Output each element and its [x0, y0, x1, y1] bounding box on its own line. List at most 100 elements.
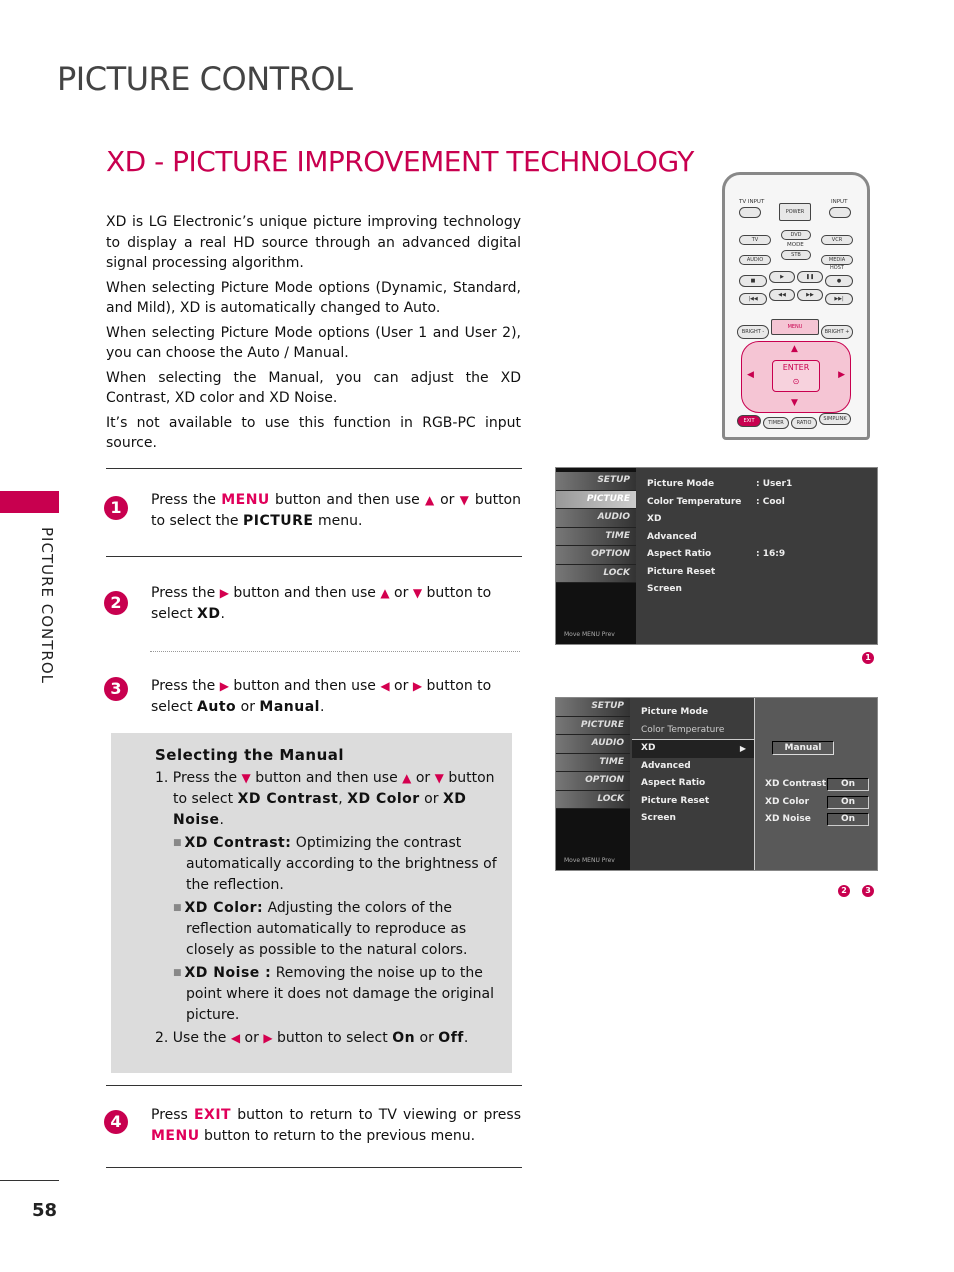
input-button[interactable]: [829, 207, 851, 218]
row-label: Picture Mode: [647, 479, 715, 489]
text: or: [419, 791, 443, 807]
bullet-term: XD Contrast:: [184, 835, 292, 851]
intro-paragraph: When selecting Picture Mode options (Use…: [106, 324, 521, 362]
skip-forward-button[interactable]: ▶▶|: [825, 293, 853, 305]
nav-down-icon[interactable]: ▼: [791, 398, 798, 408]
row-label: Aspect Ratio: [647, 549, 712, 559]
text: .: [463, 1030, 469, 1046]
menu-button[interactable]: MENU: [771, 319, 819, 335]
left-arrow-icon: ◀: [380, 679, 390, 693]
down-arrow-icon: ▼: [412, 586, 423, 600]
tv-sidebar-item[interactable]: AUDIO: [556, 735, 630, 754]
power-button[interactable]: POWER: [779, 203, 811, 221]
picture-keyword: PICTURE: [242, 513, 314, 529]
tv-sidebar-item[interactable]: TIME: [556, 753, 630, 772]
nav-right-icon[interactable]: ▶: [838, 370, 845, 380]
divider: [106, 1085, 522, 1086]
bullet-term: XD Noise :: [184, 965, 272, 981]
tv-menu-row[interactable]: Color Temperature: [632, 722, 754, 740]
nav-left-icon[interactable]: ◀: [747, 370, 754, 380]
manual-keyword: Manual: [259, 699, 320, 715]
tv-menu-row[interactable]: Picture Mode: [632, 704, 754, 722]
tv-menu-screen-2: SETUP PICTURE AUDIO TIME OPTION LOCK Mov…: [555, 697, 878, 871]
mode-dvd-button[interactable]: DVD: [781, 230, 811, 240]
tv-sidebar-item[interactable]: LOCK: [556, 564, 636, 583]
play-button[interactable]: ▶: [769, 271, 795, 283]
text: Press the: [151, 585, 220, 601]
record-button[interactable]: ●: [825, 275, 853, 287]
screen-tag-3: 3: [862, 885, 874, 897]
setting-value[interactable]: On: [827, 813, 869, 826]
input-label: INPUT: [831, 199, 848, 205]
manual-title: Selecting the Manual: [155, 746, 345, 764]
text: Press the: [151, 678, 220, 694]
right-arrow-icon: ▶: [412, 679, 423, 693]
tv-menu-row[interactable]: Screen: [638, 581, 877, 599]
tv-menu-row[interactable]: Picture Mode: User1: [638, 476, 877, 494]
divider: [106, 468, 522, 469]
fast-forward-button[interactable]: ▶▶: [797, 289, 823, 301]
tv-sidebar-item[interactable]: AUDIO: [556, 509, 636, 528]
row-label: XD: [647, 514, 662, 524]
row-label: Screen: [647, 584, 682, 594]
tv-menu-row[interactable]: XD: [638, 511, 877, 529]
enter-button[interactable]: ENTER ⊙: [772, 360, 820, 392]
simplink-button[interactable]: SIMPLINK: [819, 413, 851, 425]
stop-button[interactable]: ■: [739, 275, 767, 287]
tv-menu-row[interactable]: Advanced: [638, 529, 877, 547]
enter-label: ENTER: [782, 363, 810, 372]
down-arrow-icon: ▼: [459, 493, 470, 507]
footer-rule: [0, 1180, 59, 1181]
tv-menu-row[interactable]: Advanced: [632, 758, 754, 776]
nav-up-icon[interactable]: ▲: [791, 344, 798, 354]
ratio-button[interactable]: RATIO: [791, 417, 817, 429]
text: or: [389, 678, 413, 694]
setting-value[interactable]: On: [827, 795, 869, 809]
tv-menu-row-highlighted[interactable]: XD ▶: [632, 739, 754, 758]
mode-vcr-button[interactable]: VCR: [821, 235, 853, 245]
tv-menu-row[interactable]: Color Temperature: Cool: [638, 494, 877, 512]
bright-plus-button[interactable]: BRIGHT +: [821, 325, 853, 339]
right-arrow-icon: ▶: [219, 679, 229, 693]
timer-button[interactable]: TIMER: [763, 417, 789, 429]
rewind-button[interactable]: ◀◀: [769, 289, 795, 301]
tv-sidebar-item[interactable]: TIME: [556, 527, 636, 546]
tv-sidebar-item[interactable]: OPTION: [556, 772, 630, 791]
tv-menu-row[interactable]: Aspect Ratio: 16:9: [638, 546, 877, 564]
intro-paragraph: XD is LG Electronic’s unique picture imp…: [106, 214, 521, 271]
tv-sidebar-item[interactable]: SETUP: [556, 472, 636, 491]
mode-media-host-button[interactable]: MEDIA HOST: [821, 255, 853, 271]
mode-tv-button[interactable]: TV: [739, 235, 771, 245]
tv-sidebar-item[interactable]: PICTURE: [556, 716, 630, 735]
tv-menu-row[interactable]: Aspect Ratio: [632, 775, 754, 793]
text: button to return to the previous menu.: [199, 1128, 476, 1144]
skip-back-button[interactable]: |◀◀: [739, 293, 767, 305]
tv-sidebar-item[interactable]: LOCK: [556, 790, 630, 809]
tv-sidebar-item-selected[interactable]: PICTURE: [556, 490, 636, 509]
exit-button[interactable]: EXIT: [737, 415, 761, 427]
tv-sidebar-item[interactable]: SETUP: [556, 698, 630, 717]
text: menu.: [313, 513, 363, 529]
down-arrow-icon: ▼: [241, 771, 251, 785]
tv-input-button[interactable]: [739, 207, 761, 218]
tv-menu-row[interactable]: Picture Reset: [632, 793, 754, 811]
bright-minus-button[interactable]: BRIGHT -: [737, 325, 769, 339]
text: button to select: [272, 1030, 393, 1046]
text: button and then use: [250, 770, 403, 786]
text: Press: [151, 1107, 194, 1123]
submenu-arrow-icon: ▶: [739, 744, 746, 753]
xd-mode-select[interactable]: Manual: [772, 741, 834, 755]
text: button and then use: [228, 585, 381, 601]
bullet-term: XD Color:: [184, 900, 264, 916]
setting-value[interactable]: On: [827, 778, 869, 791]
tv-menu-footer: Move MENU Prev: [564, 631, 615, 638]
mode-audio-button[interactable]: AUDIO: [739, 255, 771, 265]
bullet-xd-noise: XD Noise : Removing the noise up to the …: [173, 963, 500, 1026]
mode-stb-button[interactable]: STB: [781, 250, 811, 260]
tv-sidebar-item[interactable]: OPTION: [556, 546, 636, 565]
pause-button[interactable]: ❚❚: [797, 271, 823, 283]
tv-menu-row[interactable]: Picture Reset: [638, 564, 877, 582]
tv-menu-row[interactable]: Screen: [632, 810, 754, 828]
xd-keyword: XD: [197, 606, 221, 622]
navigation-pad: ▲ ▼ ◀ ▶ ENTER ⊙: [741, 341, 851, 413]
